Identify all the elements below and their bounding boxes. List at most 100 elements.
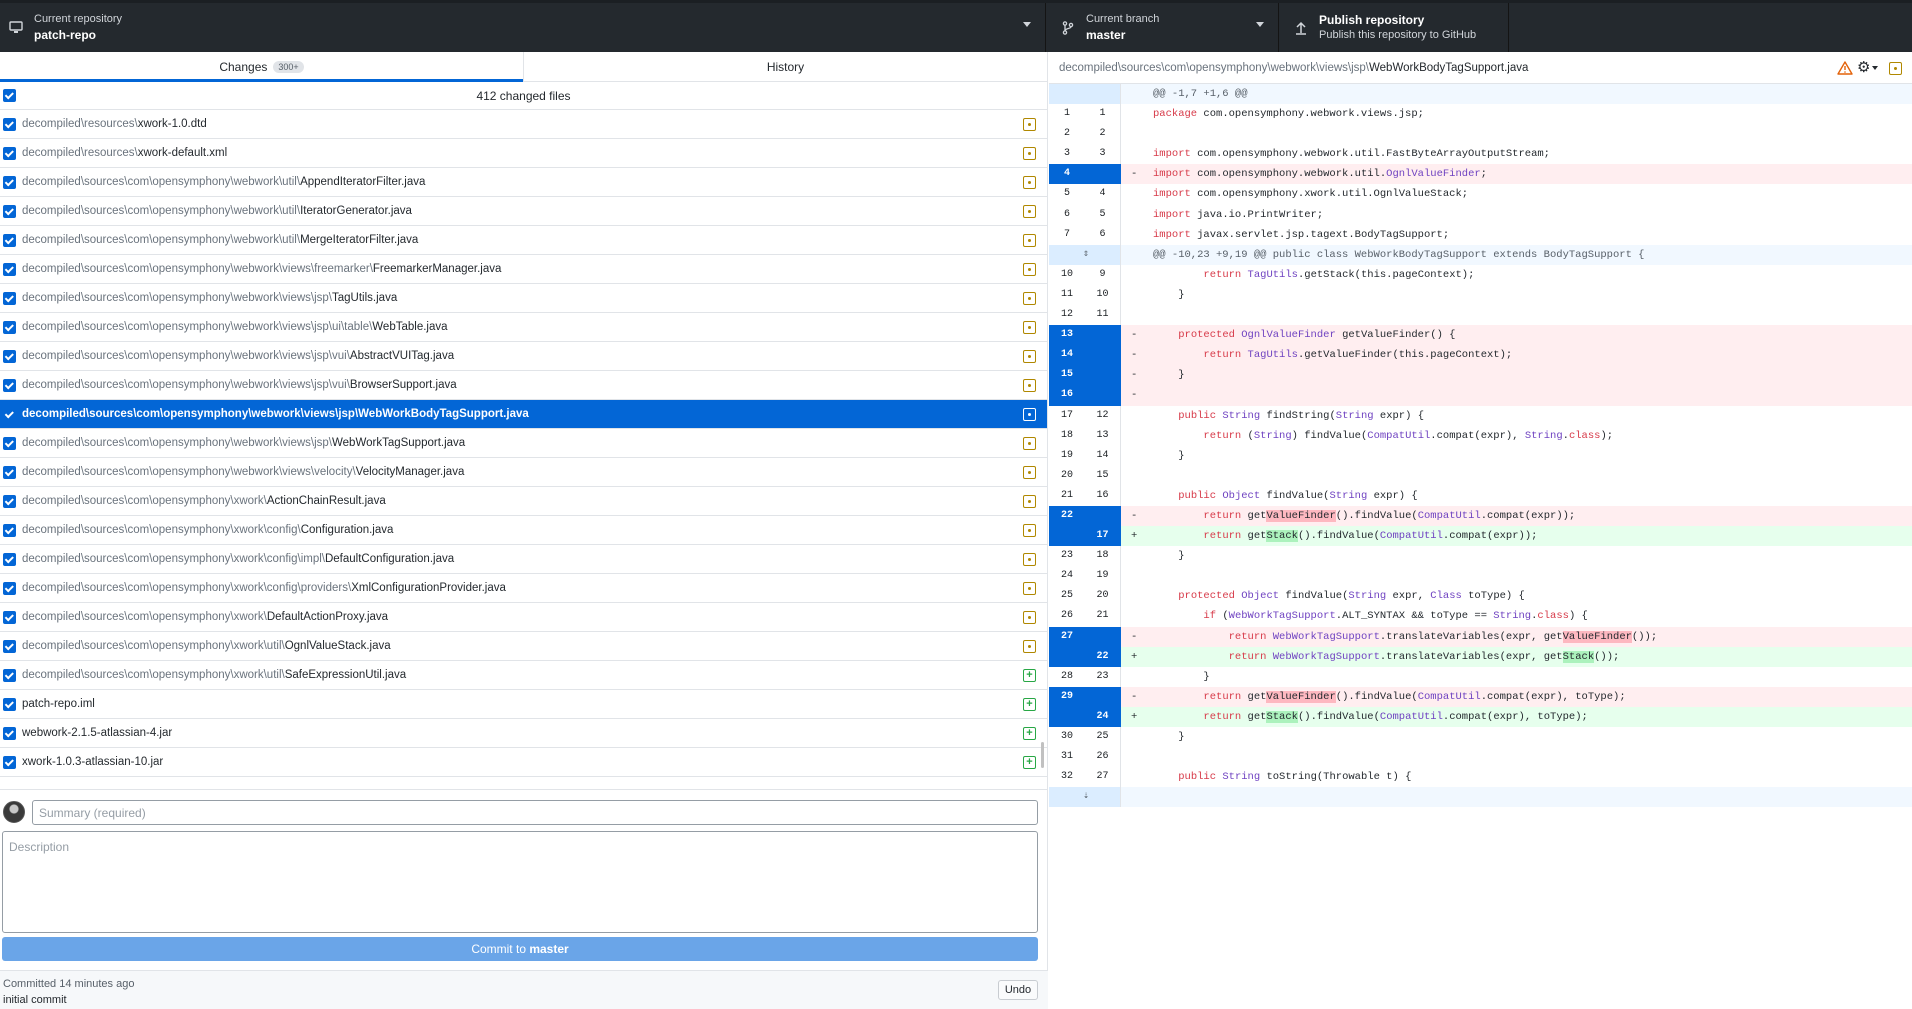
file-row[interactable]: patch-repo.iml + bbox=[0, 690, 1047, 719]
file-checkbox[interactable] bbox=[3, 698, 16, 711]
diff-line[interactable]: 6 5 import java.io.PrintWriter; bbox=[1049, 204, 1912, 225]
diff-line[interactable]: 30 25 } bbox=[1049, 727, 1912, 748]
file-row[interactable]: decompiled\sources\com\opensymphony\webw… bbox=[0, 458, 1047, 487]
file-row[interactable]: decompiled\sources\com\opensymphony\webw… bbox=[0, 255, 1047, 284]
file-checkbox[interactable] bbox=[3, 147, 16, 160]
diff-hunk-header[interactable]: ⇕ @@ -10,23 +9,19 @@ public class WebWork… bbox=[1049, 244, 1912, 265]
select-all-checkbox[interactable] bbox=[3, 89, 16, 102]
warning-icon[interactable] bbox=[1837, 61, 1853, 75]
diff-line[interactable]: 1 1 package com.opensymphony.webwork.views… bbox=[1049, 104, 1912, 125]
diff-line[interactable]: 7 6 import javax.servlet.jsp.tagext.BodyTa… bbox=[1049, 224, 1912, 245]
publish-repository-button[interactable]: Publish repository Publish this reposito… bbox=[1279, 3, 1509, 52]
file-checkbox[interactable] bbox=[3, 321, 16, 334]
diff-line[interactable]: 26 21 if (WebWorkTagSupport.ALT_SYNTAX &&… bbox=[1049, 606, 1912, 627]
diff-line[interactable]: 3 3 import com.opensymphony.webwork.util.F… bbox=[1049, 144, 1912, 165]
tab-changes[interactable]: Changes 300+ bbox=[0, 52, 523, 82]
expand-both-icon[interactable]: ⇕ bbox=[1077, 245, 1095, 265]
diff-line[interactable]: 16 - bbox=[1049, 385, 1912, 406]
file-checkbox[interactable] bbox=[3, 727, 16, 740]
tab-history[interactable]: History bbox=[523, 52, 1047, 81]
file-checkbox[interactable] bbox=[3, 205, 16, 218]
file-row[interactable]: webwork-2.1.5-atlassian-4.jar + bbox=[0, 719, 1047, 748]
file-row[interactable]: decompiled\sources\com\opensymphony\xwor… bbox=[0, 516, 1047, 545]
diff-line[interactable]: 28 23 } bbox=[1049, 666, 1912, 687]
file-row[interactable]: decompiled\sources\com\opensymphony\xwor… bbox=[0, 487, 1047, 516]
file-row[interactable]: decompiled\sources\com\opensymphony\xwor… bbox=[0, 545, 1047, 574]
diff-line[interactable]: 21 16 public Object findValue(String expr… bbox=[1049, 485, 1912, 506]
expand-down-icon[interactable]: ⇣ bbox=[1077, 787, 1095, 807]
diff-line[interactable]: 31 26 bbox=[1049, 747, 1912, 768]
file-checkbox[interactable] bbox=[3, 756, 16, 769]
file-checkbox[interactable] bbox=[3, 524, 16, 537]
file-checkbox[interactable] bbox=[3, 437, 16, 450]
file-row[interactable]: decompiled\sources\com\opensymphony\webw… bbox=[0, 226, 1047, 255]
file-checkbox[interactable] bbox=[3, 669, 16, 682]
diff-line[interactable]: 22 - return getValueFinder().findValue(Co… bbox=[1049, 505, 1912, 527]
gear-caret-icon[interactable] bbox=[1872, 66, 1878, 70]
file-row[interactable]: xwork-1.0.3-atlassian-10.jar + bbox=[0, 748, 1047, 777]
file-row[interactable]: decompiled\resources\xwork-1.0.dtd bbox=[0, 110, 1047, 139]
file-checkbox[interactable] bbox=[3, 582, 16, 595]
diff-line[interactable]: 29 - return getValueFinder().findValue(Co… bbox=[1049, 686, 1912, 707]
diff-line[interactable]: 22 + return WebWorkTagSupport.translateVa… bbox=[1049, 646, 1912, 667]
diff-line[interactable]: 10 9 return TagUtils.getStack(this.pageCo… bbox=[1049, 264, 1912, 285]
diff-line[interactable]: 5 4 import com.opensymphony.xwork.util.Ogn… bbox=[1049, 184, 1912, 205]
file-checkbox[interactable] bbox=[3, 234, 16, 247]
file-row[interactable]: decompiled\sources\com\opensymphony\webw… bbox=[0, 168, 1047, 197]
file-checkbox[interactable] bbox=[3, 640, 16, 653]
file-row[interactable]: decompiled\sources\com\opensymphony\webw… bbox=[0, 342, 1047, 371]
file-checkbox[interactable] bbox=[3, 466, 16, 479]
file-checkbox[interactable] bbox=[3, 379, 16, 392]
file-row[interactable]: decompiled\sources\com\opensymphony\webw… bbox=[0, 371, 1047, 400]
summary-input[interactable] bbox=[32, 800, 1038, 825]
diff-line[interactable]: 13 - protected OgnlValueFinder getValueFi… bbox=[1049, 325, 1912, 346]
file-checkbox[interactable] bbox=[3, 292, 16, 305]
description-input[interactable] bbox=[2, 831, 1038, 933]
diff-hunk-header[interactable]: @@ -1,7 +1,6 @@ bbox=[1049, 84, 1912, 105]
file-row[interactable]: decompiled\sources\com\opensymphony\webw… bbox=[0, 284, 1047, 313]
repository-selector[interactable]: Current repository patch-repo bbox=[0, 3, 1046, 52]
undo-button[interactable]: Undo bbox=[998, 980, 1038, 1000]
diff-line[interactable]: 18 13 return (String) findValue(CompatUti… bbox=[1049, 425, 1912, 446]
file-checkbox[interactable] bbox=[3, 495, 16, 508]
file-checkbox[interactable] bbox=[3, 263, 16, 276]
diff-line[interactable]: 17 + return getStack().findValue(CompatUt… bbox=[1049, 526, 1912, 547]
diff-line[interactable]: 22 bbox=[1049, 124, 1912, 145]
diff-hunk-header[interactable]: ⇣ bbox=[1049, 787, 1912, 808]
diff-line[interactable]: 17 12 public String findString(String exp… bbox=[1049, 405, 1912, 426]
diff-line[interactable]: 32 27 public String toString(Throwable t)… bbox=[1049, 767, 1912, 788]
branch-selector[interactable]: Current branch master bbox=[1046, 3, 1279, 52]
file-path: decompiled\sources\com\opensymphony\webw… bbox=[22, 429, 465, 458]
commit-button[interactable]: Commit to master bbox=[2, 937, 1038, 961]
file-checkbox[interactable] bbox=[3, 176, 16, 189]
file-row[interactable]: decompiled\sources\com\opensymphony\xwor… bbox=[0, 632, 1047, 661]
file-row[interactable]: decompiled\sources\com\opensymphony\webw… bbox=[0, 429, 1047, 458]
diff-line[interactable]: 27 - return WebWorkTagSupport.translateVa… bbox=[1049, 626, 1912, 647]
new-line-number: 6 bbox=[1085, 224, 1121, 245]
diff-line[interactable]: 12 11 bbox=[1049, 305, 1912, 326]
gear-icon[interactable]: ⚙ bbox=[1857, 60, 1873, 76]
diff-line[interactable]: 14 - return TagUtils.getValueFinder(this.… bbox=[1049, 345, 1912, 366]
file-checkbox[interactable] bbox=[3, 118, 16, 131]
diff-line[interactable]: 4 - import com.opensymphony.webwork.util.O… bbox=[1049, 164, 1912, 185]
file-row[interactable]: decompiled\sources\com\opensymphony\xwor… bbox=[0, 661, 1047, 690]
diff-line[interactable]: 20 15 bbox=[1049, 465, 1912, 486]
diff-line[interactable]: 25 20 protected Object findValue(String e… bbox=[1049, 586, 1912, 607]
diff-line[interactable]: 15 - } bbox=[1049, 365, 1912, 386]
file-row[interactable]: decompiled\sources\com\opensymphony\webw… bbox=[0, 197, 1047, 226]
file-row[interactable]: decompiled\sources\com\opensymphony\webw… bbox=[0, 313, 1047, 342]
diff-line[interactable]: 24 + return getStack().findValue(CompatUt… bbox=[1049, 706, 1912, 727]
file-checkbox[interactable] bbox=[3, 408, 16, 421]
diff-line[interactable]: 19 14 } bbox=[1049, 445, 1912, 466]
diff-line[interactable]: 11 10 } bbox=[1049, 284, 1912, 306]
file-row[interactable]: decompiled\sources\com\opensymphony\xwor… bbox=[0, 574, 1047, 603]
file-row[interactable]: decompiled\sources\com\opensymphony\xwor… bbox=[0, 603, 1047, 632]
diff-line[interactable]: 24 19 bbox=[1049, 566, 1912, 587]
file-row[interactable]: decompiled\resources\xwork-default.xml bbox=[0, 139, 1047, 168]
file-checkbox[interactable] bbox=[3, 350, 16, 363]
file-row[interactable]: decompiled\sources\com\opensymphony\webw… bbox=[0, 400, 1047, 429]
file-checkbox[interactable] bbox=[3, 611, 16, 624]
diff-line[interactable]: 23 18 } bbox=[1049, 546, 1912, 567]
file-list-scrollbar[interactable] bbox=[1041, 742, 1044, 768]
file-checkbox[interactable] bbox=[3, 553, 16, 566]
